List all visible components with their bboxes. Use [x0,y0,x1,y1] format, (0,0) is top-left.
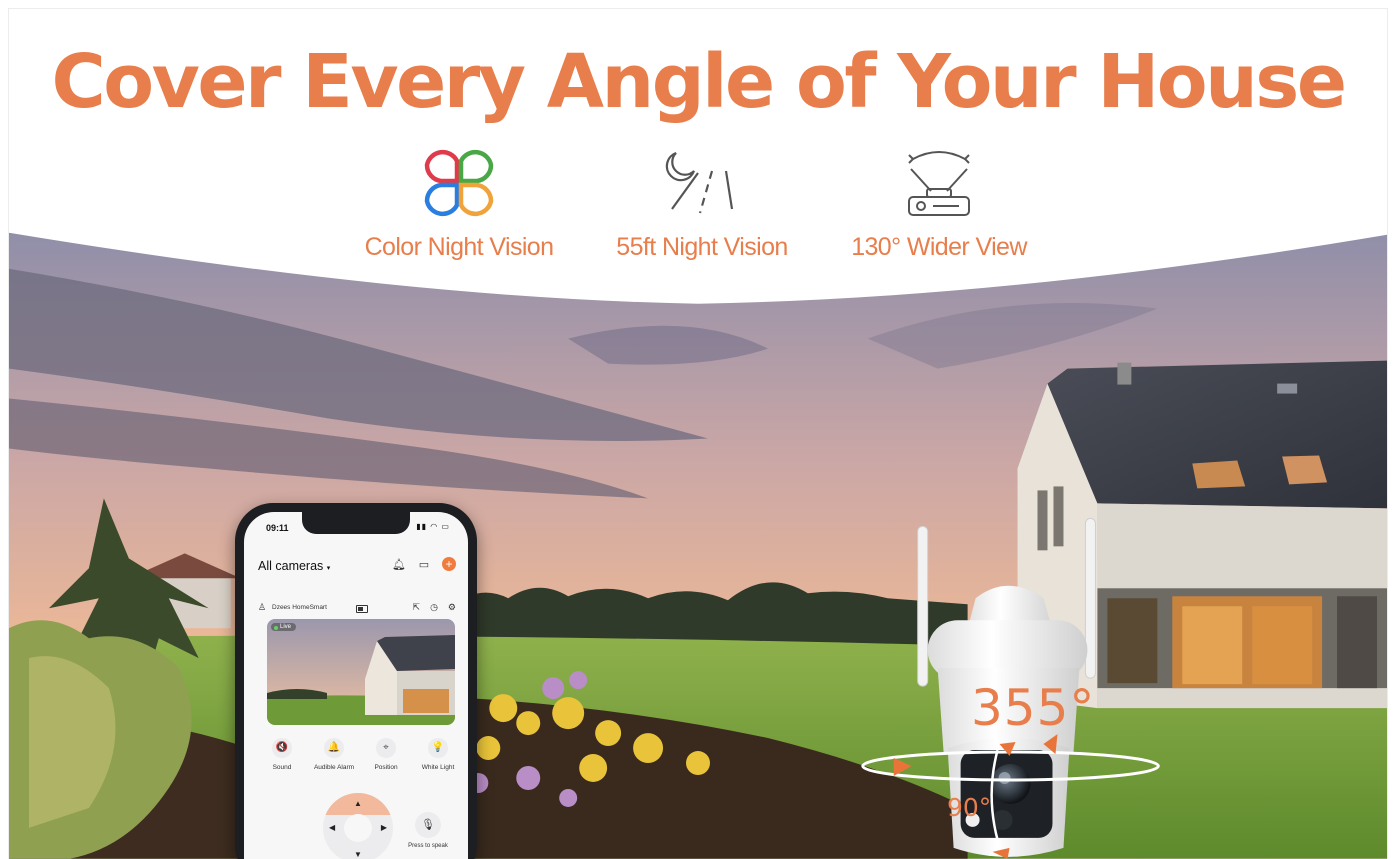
phone-notch [302,512,410,534]
control-label: Position [374,764,398,771]
scene-illustration [9,232,1387,859]
bell-icon[interactable]: 🔔︎ [392,558,406,571]
live-badge: Live [271,623,297,631]
feature-row: Color Night Vision 55ft Night Vision 130… [9,147,1387,287]
control-position[interactable]: ⌖ Position [362,738,410,788]
phone-mockup: 09:11 ▮▮ ◠ ▭ All cameras ▾ 🔔︎ ▭ + ♙ Dzee… [235,503,477,859]
preview-image [267,619,455,725]
moon-beam-icon [665,151,734,214]
tilt-angle-label: 90° [947,793,992,822]
settings-icon[interactable]: ⚙ [448,602,456,613]
arrow-down-icon[interactable]: ▼ [354,850,362,859]
control-sound[interactable]: 🔇 Sound [258,738,306,788]
alarm-icon: 🔔 [324,738,344,758]
add-device-icon[interactable]: + [442,557,456,571]
position-icon: ⌖ [376,738,396,758]
device-name: Dzees HomeSmart [272,604,327,611]
device-row: ♙ Dzees HomeSmart ⇱ ◷ ⚙ [258,602,456,616]
talk-label: Press to speak [408,843,448,849]
light-bulb-icon: 💡 [428,738,448,758]
feature-label: Color Night Vision [364,233,554,261]
product-banner: Cover Every Angle of Your House Color Ni… [8,8,1388,859]
app-screen: 09:11 ▮▮ ◠ ▭ All cameras ▾ 🔔︎ ▭ + ♙ Dzee… [244,512,468,859]
feature-label: 130° Wider View [851,233,1027,261]
wide-angle-camera-icon [908,151,970,216]
talk-control[interactable]: 🎙 Press to speak [408,812,448,850]
chevron-down-icon: ▾ [326,565,331,572]
rotation-angle-label: 355° [971,679,1096,737]
share-icon[interactable]: ⇱ [413,602,421,613]
status-time: 09:11 [266,523,289,533]
arrow-right-icon[interactable]: ▶ [381,823,387,832]
live-preview[interactable]: Live [267,619,455,725]
history-icon[interactable]: ◷ [430,602,438,613]
control-bar: 🔇 Sound 🔔 Audible Alarm ⌖ Position 💡 Whi… [258,738,462,788]
control-label: White Light [421,764,455,771]
status-signal-icon: ▮▮ ◠ ▭ [416,522,450,531]
color-petals-icon [424,149,494,217]
message-icon[interactable]: ▭ [417,558,431,571]
control-label: Audible Alarm [313,764,355,771]
microphone-icon[interactable]: 🎙 [415,812,441,838]
feature-label: 55ft Night Vision [616,233,788,261]
feature-55ft-night-vision: 55ft Night Vision [582,147,822,262]
headline: Cover Every Angle of Your House [51,39,1347,125]
battery-icon [356,605,368,613]
app-title[interactable]: All cameras ▾ [258,559,330,573]
control-label: Sound [272,764,292,771]
dpad-center [344,814,372,842]
feature-wider-view: 130° Wider View [819,147,1059,262]
ptz-direction-pad[interactable]: ▲ ◀ ▶ ▼ [323,793,393,859]
app-header: All cameras ▾ 🔔︎ ▭ + [258,557,456,579]
control-white-light[interactable]: 💡 White Light [414,738,462,788]
lamp-icon: ♙ [258,602,267,612]
sound-mute-icon: 🔇 [272,738,292,758]
control-audible-alarm[interactable]: 🔔 Audible Alarm [310,738,358,788]
feature-color-night-vision: Color Night Vision [339,147,579,262]
arrow-up-icon: ▲ [354,799,362,808]
arrow-left-icon[interactable]: ◀ [329,823,335,832]
